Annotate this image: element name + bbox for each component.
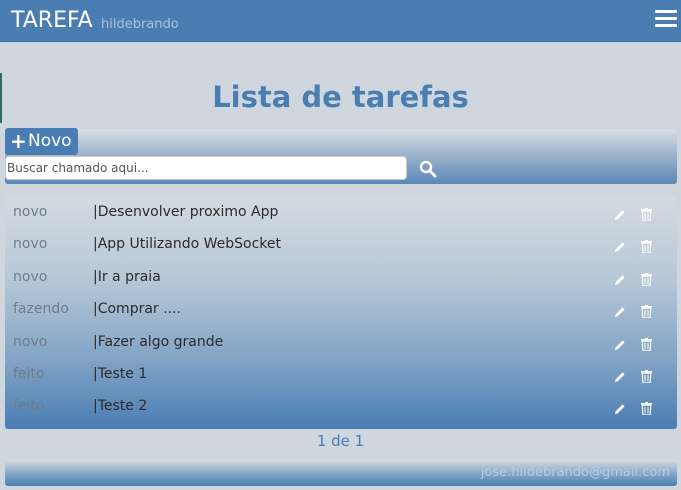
page-title: Lista de tarefas	[212, 80, 469, 114]
toolbar: + Novo	[5, 128, 677, 184]
task-title: |Ir a praia	[93, 269, 161, 285]
trash-icon[interactable]	[641, 273, 652, 286]
pencil-icon[interactable]	[613, 338, 627, 352]
top-navbar: TAREFA hildebrando	[0, 0, 681, 42]
task-title: |Teste 2	[93, 398, 148, 414]
task-title: |Teste 1	[93, 366, 148, 382]
task-status: novo	[13, 334, 48, 350]
task-list: novo |Desenvolver proximo App novo |App …	[5, 196, 677, 429]
new-task-label: Novo	[28, 131, 72, 151]
task-row[interactable]: novo |Fazer algo grande	[5, 334, 677, 362]
task-title: |App Utilizando WebSocket	[93, 236, 282, 252]
task-row[interactable]: feito |Teste 1	[5, 366, 677, 394]
task-row[interactable]: feito |Teste 2	[5, 398, 677, 426]
pagination-indicator: 1 de 1	[316, 432, 365, 450]
new-task-button[interactable]: + Novo	[5, 128, 78, 155]
pencil-icon[interactable]	[613, 370, 627, 384]
task-status: novo	[13, 204, 48, 220]
pencil-icon[interactable]	[613, 402, 627, 416]
pencil-icon[interactable]	[613, 240, 627, 254]
task-status: novo	[13, 269, 48, 285]
plus-icon: +	[10, 129, 27, 153]
trash-icon[interactable]	[641, 402, 652, 415]
trash-icon[interactable]	[641, 208, 652, 221]
trash-icon[interactable]	[641, 305, 652, 318]
username: hildebrando	[101, 17, 179, 32]
footer-bar: jose.hildebrando@gmail.com	[5, 462, 677, 486]
task-title: |Desenvolver proximo App	[93, 204, 279, 220]
app-brand[interactable]: TAREFA	[11, 8, 93, 33]
hamburger-menu-icon[interactable]	[655, 10, 677, 30]
search-input[interactable]	[5, 156, 407, 180]
task-row[interactable]: fazendo |Comprar ....	[5, 301, 677, 329]
pencil-icon[interactable]	[613, 208, 627, 222]
task-row[interactable]: novo |App Utilizando WebSocket	[5, 236, 677, 264]
task-status: novo	[13, 236, 48, 252]
footer-email: jose.hildebrando@gmail.com	[480, 465, 670, 480]
task-status: feito	[13, 398, 45, 414]
pencil-icon[interactable]	[613, 305, 627, 319]
task-row[interactable]: novo |Ir a praia	[5, 269, 677, 297]
task-title: |Fazer algo grande	[93, 334, 224, 350]
search-icon[interactable]	[419, 160, 437, 178]
trash-icon[interactable]	[641, 240, 652, 253]
task-title: |Comprar ....	[93, 301, 181, 317]
trash-icon[interactable]	[641, 338, 652, 351]
pencil-icon[interactable]	[613, 273, 627, 287]
task-row[interactable]: novo |Desenvolver proximo App	[5, 204, 677, 232]
task-status: feito	[13, 366, 45, 382]
trash-icon[interactable]	[641, 370, 652, 383]
task-status: fazendo	[13, 301, 69, 317]
